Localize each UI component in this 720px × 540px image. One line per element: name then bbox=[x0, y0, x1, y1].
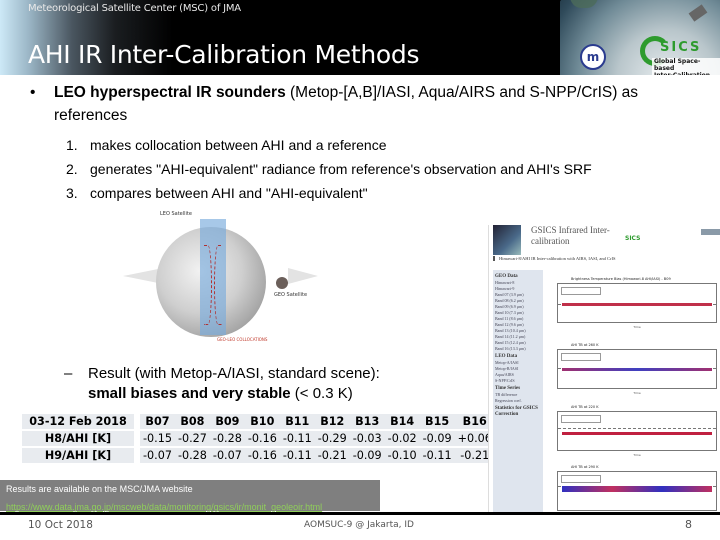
steps-list: 1. makes collocation between AHI and a r… bbox=[66, 133, 592, 205]
table-cell: -0.16 bbox=[244, 448, 280, 463]
list-item: 2. generates "AHI-equivalent" radiance f… bbox=[66, 161, 592, 177]
leo-label: LEO Satellite bbox=[160, 211, 192, 217]
bullet-bold-text: LEO hyperspectral IR sounders bbox=[54, 84, 286, 101]
table-cell: -0.11 bbox=[279, 448, 315, 463]
plot-series bbox=[562, 432, 712, 435]
table-header-row: 03-12 Feb 2018 B07 B08 B09 B10 B11 B12 B… bbox=[22, 414, 495, 429]
band-header: B15 bbox=[419, 414, 455, 429]
result-line: Result (with Metop-A/IASI, standard scen… bbox=[88, 365, 380, 382]
band-header: B08 bbox=[174, 414, 210, 429]
bias-plot bbox=[557, 349, 717, 389]
gsics-small-logo: SICS bbox=[625, 235, 641, 242]
band-header: B13 bbox=[349, 414, 385, 429]
table-cell: -0.28 bbox=[174, 448, 210, 463]
table-cell: -0.21 bbox=[314, 448, 350, 463]
bias-plot bbox=[557, 471, 717, 511]
collocation-curve bbox=[204, 245, 212, 325]
table-cell: -0.11 bbox=[419, 448, 455, 463]
info-box: Results are available on the MSC/JMA web… bbox=[0, 480, 380, 512]
website-sidebar: GEO Data Himawari-8 Himawari-9 Band 07 (… bbox=[493, 270, 543, 515]
table-cell: -0.07 bbox=[140, 448, 175, 463]
table-cell: -0.16 bbox=[244, 431, 280, 446]
plot-title: AHI TB at 260 K bbox=[571, 343, 599, 347]
table-cell: -0.03 bbox=[349, 431, 385, 446]
wmo-logo-icon: m bbox=[580, 44, 606, 70]
plot-title: AHI TB at 290 K bbox=[571, 465, 599, 469]
website-subtitle: Himawari-8/AHI IR Inter-calibration with… bbox=[493, 256, 616, 261]
table-row: H9/AHI [K] -0.07 -0.28 -0.07 -0.16 -0.11… bbox=[22, 448, 495, 463]
band-header: B09 bbox=[209, 414, 245, 429]
plot-series bbox=[562, 368, 712, 371]
table-cell: -0.27 bbox=[174, 431, 210, 446]
slide-header: Meteorological Satellite Center (MSC) of… bbox=[0, 0, 720, 75]
plot-title: AHI TB at 220 K bbox=[571, 405, 599, 409]
band-header: B07 bbox=[140, 414, 175, 429]
list-item: 3. compares between AHI and "AHI-equival… bbox=[66, 185, 368, 201]
geo-label: GEO Satellite bbox=[274, 292, 308, 298]
row-label: H9/AHI [K] bbox=[22, 448, 134, 463]
gsics-subtitle: Global Space-based Inter-Calibration Sys… bbox=[652, 58, 720, 75]
band-header: B12 bbox=[314, 414, 350, 429]
period-cell: 03-12 Feb 2018 bbox=[22, 414, 134, 429]
satellite-image bbox=[493, 225, 521, 255]
orbit-wing-right bbox=[288, 268, 318, 284]
bullet-icon: • bbox=[30, 84, 36, 101]
geo-satellite-icon bbox=[276, 277, 288, 289]
row-label: H8/AHI [K] bbox=[22, 431, 134, 446]
table-cell: -0.09 bbox=[419, 431, 455, 446]
website-button bbox=[701, 229, 720, 235]
band-header: B10 bbox=[244, 414, 280, 429]
list-item: 1. makes collocation between AHI and a r… bbox=[66, 137, 387, 153]
plot-series bbox=[562, 486, 712, 492]
band-header: B14 bbox=[384, 414, 420, 429]
plot-title: Brightness Temperature Bias (Himawari-8 … bbox=[571, 277, 671, 281]
gsics-wordmark: SICS bbox=[660, 40, 702, 55]
table-cell: -0.28 bbox=[209, 431, 245, 446]
table-cell: -0.11 bbox=[279, 431, 315, 446]
band-header: B11 bbox=[279, 414, 315, 429]
collocation-curve bbox=[214, 245, 222, 325]
page-number: 8 bbox=[685, 518, 692, 531]
x-axis-label: Time bbox=[633, 391, 641, 395]
table-cell: -0.10 bbox=[384, 448, 420, 463]
website-screenshot: GSICS Infrared Inter-calibration SICS Hi… bbox=[488, 225, 720, 515]
website-link[interactable]: https://www.data.jma.go.jp/mscweb/data/m… bbox=[6, 502, 322, 512]
info-text: Results are available on the MSC/JMA web… bbox=[6, 484, 193, 494]
table-cell: -0.29 bbox=[314, 431, 350, 446]
footer-conference: AOMSUC-9 @ Jakarta, ID bbox=[304, 520, 414, 530]
plot-series bbox=[562, 303, 712, 306]
dash-bullet-icon: – bbox=[64, 365, 73, 382]
collocation-label: GEO-LEO COLLOCATIONS bbox=[217, 337, 268, 342]
table-cell: -0.15 bbox=[140, 431, 175, 446]
geo-leo-collocation-figure: LEO Satellite GEO Satellite GEO-LEO COLL… bbox=[118, 205, 328, 350]
x-axis-label: Time bbox=[633, 453, 641, 457]
table-cell: -0.02 bbox=[384, 431, 420, 446]
table-cell: -0.07 bbox=[209, 448, 245, 463]
result-bold: small biases and very stable bbox=[88, 385, 291, 402]
x-axis-label: Time bbox=[633, 325, 641, 329]
table-row: H8/AHI [K] -0.15 -0.27 -0.28 -0.16 -0.11… bbox=[22, 431, 495, 446]
table-cell: -0.09 bbox=[349, 448, 385, 463]
gsics-logo: m SICS Global Space-based Inter-Calibrat… bbox=[560, 0, 720, 75]
bias-plot bbox=[557, 283, 717, 323]
footer-divider bbox=[0, 512, 720, 515]
organization-name: Meteorological Satellite Center (MSC) of… bbox=[28, 3, 241, 14]
bias-plot bbox=[557, 411, 717, 451]
footer-date: 10 Oct 2018 bbox=[28, 519, 93, 531]
slide-title: AHI IR Inter-Calibration Methods bbox=[28, 40, 420, 69]
bias-table: 03-12 Feb 2018 B07 B08 B09 B10 B11 B12 B… bbox=[22, 412, 495, 465]
website-title: GSICS Infrared Inter-calibration bbox=[531, 225, 610, 246]
